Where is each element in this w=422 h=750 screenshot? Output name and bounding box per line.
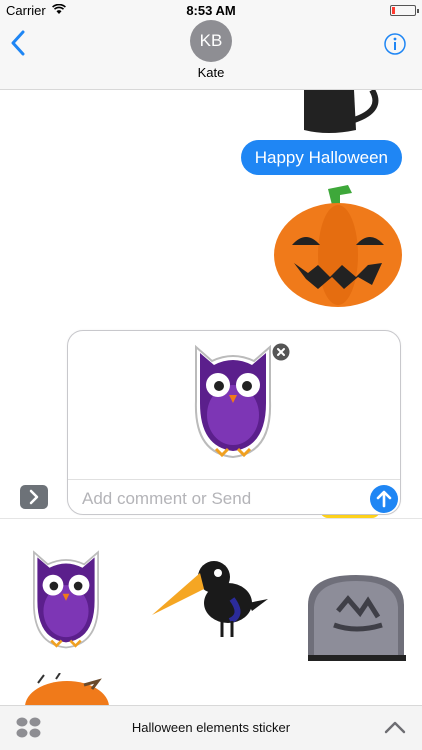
pumpkin-sticker-small[interactable] [22,673,112,705]
conversation-header: Carrier 8:53 AM KB Kate [0,0,422,90]
tombstone-sticker[interactable] [308,575,406,661]
compose-panel: Add comment or Send [67,330,401,515]
comment-input[interactable]: Add comment or Send [82,489,251,509]
avatar[interactable]: KB [190,20,232,62]
battery-icon [390,5,419,16]
chevron-right-icon [29,489,39,505]
info-icon[interactable] [384,33,406,55]
send-button[interactable] [370,485,398,513]
app-title: Halloween elements sticker [131,720,291,735]
status-bar: Carrier 8:53 AM [0,0,422,22]
chevron-left-icon[interactable] [10,30,26,56]
owl-sticker-preview[interactable] [188,341,278,461]
arrow-up-icon [376,490,392,508]
owl-sticker[interactable] [24,547,108,651]
crow-sticker[interactable] [152,559,270,643]
composer-divider [68,479,400,480]
app-drawer-bar: Halloween elements sticker [0,705,422,750]
remove-sticker-button[interactable] [272,343,290,361]
chevron-up-icon[interactable] [384,720,406,734]
expand-button[interactable] [20,485,48,509]
avatar-initials: KB [199,31,223,50]
message-bubble[interactable]: Happy Halloween [240,140,402,175]
pumpkin-sticker [274,185,402,307]
cat-sticker [304,90,379,133]
sticker-tray [0,518,422,705]
clock: 8:53 AM [186,3,236,18]
contact-name[interactable]: Kate [0,65,422,80]
